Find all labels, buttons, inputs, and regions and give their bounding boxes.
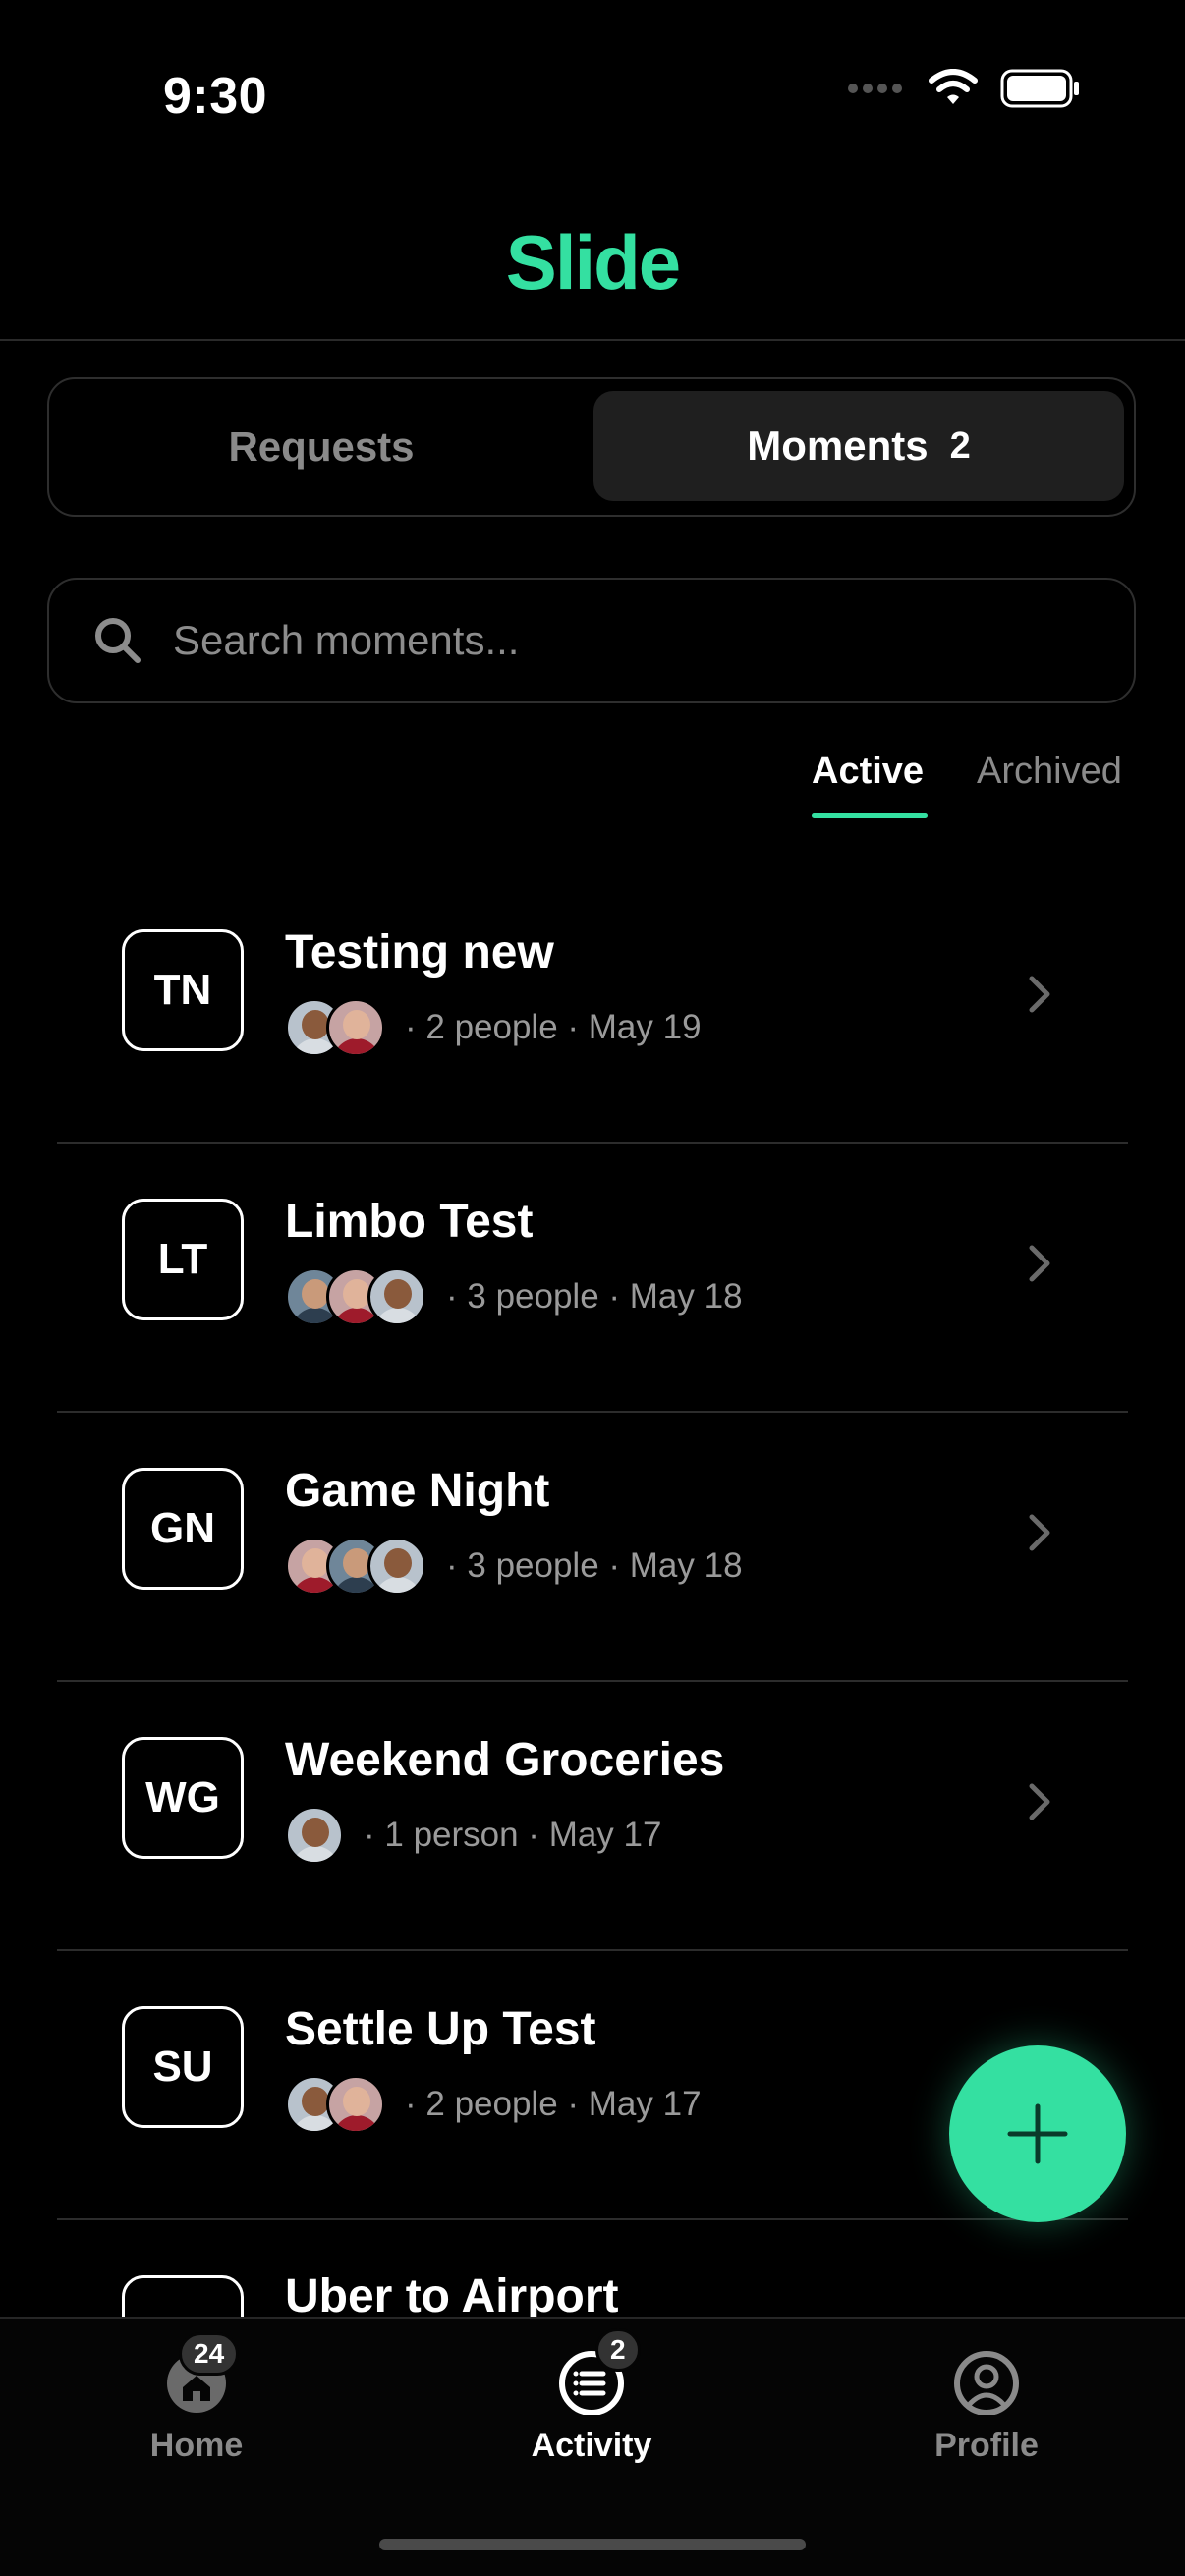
activity-badge: 2 bbox=[595, 2328, 641, 2372]
tab-moments[interactable]: Moments 2 bbox=[593, 391, 1124, 501]
moment-title: Weekend Groceries bbox=[285, 1734, 725, 1786]
moment-initials: TN bbox=[122, 929, 244, 1051]
avatar bbox=[326, 998, 385, 1057]
moment-meta-text: · 2 people · May 17 bbox=[405, 2085, 702, 2123]
avatar-group bbox=[285, 1537, 426, 1596]
moment-initials: SU bbox=[122, 2006, 244, 2128]
moment-title[interactable]: Uber to Airport bbox=[285, 2269, 619, 2324]
search-icon bbox=[95, 618, 141, 663]
status-icons bbox=[847, 69, 1081, 108]
moment-title: Limbo Test bbox=[285, 1196, 534, 1248]
tab-activity[interactable]: 2 Activity bbox=[464, 2328, 719, 2465]
moment-row[interactable]: LT Limbo Test · 3 people · May 18 bbox=[57, 1144, 1128, 1413]
search-input[interactable] bbox=[171, 616, 1059, 665]
tab-requests[interactable]: Requests bbox=[49, 379, 593, 515]
moment-meta-text: · 1 person · May 17 bbox=[364, 1816, 662, 1854]
avatar bbox=[285, 1806, 344, 1865]
avatar-group bbox=[285, 2075, 385, 2134]
filter-active[interactable]: Active bbox=[812, 751, 924, 793]
moment-meta: · 1 person · May 17 bbox=[285, 1806, 661, 1865]
tab-activity-label: Activity bbox=[531, 2427, 652, 2464]
avatar bbox=[326, 2075, 385, 2134]
moments-count-badge: 2 bbox=[949, 424, 971, 467]
avatar bbox=[367, 1267, 426, 1326]
moment-title: Game Night bbox=[285, 1465, 550, 1517]
signal-icon bbox=[848, 84, 902, 93]
profile-icon bbox=[951, 2344, 1022, 2416]
moment-meta: · 2 people · May 17 bbox=[285, 2075, 702, 2134]
chevron-right-icon bbox=[1029, 1245, 1050, 1282]
app-logo: Slide bbox=[505, 219, 681, 306]
home-icon: 24 bbox=[161, 2332, 240, 2415]
moment-meta: · 2 people · May 19 bbox=[285, 998, 702, 1057]
search-bar[interactable] bbox=[47, 578, 1136, 703]
moment-meta-text: · 2 people · May 19 bbox=[405, 1008, 702, 1046]
wifi-icon bbox=[929, 69, 978, 104]
moment-meta: · 3 people · May 18 bbox=[285, 1537, 743, 1596]
home-badge: 24 bbox=[179, 2332, 240, 2376]
segmented-control: Requests Moments 2 bbox=[47, 377, 1136, 517]
moment-meta-text: · 3 people · May 18 bbox=[446, 1546, 743, 1585]
avatar-group bbox=[285, 1267, 426, 1326]
tab-profile[interactable]: Profile bbox=[859, 2344, 1114, 2465]
tab-moments-label: Moments bbox=[747, 422, 929, 469]
status-time: 9:30 bbox=[163, 68, 268, 125]
tab-profile-label: Profile bbox=[934, 2427, 1039, 2464]
tab-bar: 24 Home 2 Activity Profile bbox=[0, 2317, 1185, 2576]
avatar-group bbox=[285, 998, 385, 1057]
moment-row[interactable]: GN Game Night · 3 people · May 18 bbox=[57, 1413, 1128, 1682]
chevron-right-icon bbox=[1029, 1783, 1050, 1820]
moments-list: TN Testing new · 2 people · May 19 LT Li… bbox=[57, 874, 1128, 2220]
moment-title: Settle Up Test bbox=[285, 2003, 596, 2055]
chevron-right-icon bbox=[1029, 976, 1050, 1013]
moment-meta-text: · 3 people · May 18 bbox=[446, 1277, 743, 1316]
tab-home-label: Home bbox=[149, 2427, 244, 2464]
add-moment-button[interactable] bbox=[949, 2045, 1126, 2222]
moment-initials: GN bbox=[122, 1468, 244, 1590]
moment-row[interactable]: WG Weekend Groceries · 1 person · May 17 bbox=[57, 1682, 1128, 1951]
tab-home[interactable]: 24 Home bbox=[69, 2332, 324, 2465]
avatar bbox=[367, 1537, 426, 1596]
activity-icon: 2 bbox=[556, 2328, 641, 2416]
moment-initials: LT bbox=[122, 1199, 244, 1320]
moment-initials: WG bbox=[122, 1737, 244, 1859]
plus-icon bbox=[1007, 2103, 1068, 2164]
moment-row[interactable]: TN Testing new · 2 people · May 19 bbox=[57, 874, 1128, 1144]
avatar-group bbox=[285, 1806, 344, 1865]
chevron-right-icon bbox=[1029, 1514, 1050, 1551]
filter-archived[interactable]: Archived bbox=[977, 751, 1122, 793]
home-indicator bbox=[379, 2539, 806, 2550]
header-divider bbox=[0, 339, 1185, 341]
filter-active-underline bbox=[812, 813, 928, 818]
moment-meta: · 3 people · May 18 bbox=[285, 1267, 743, 1326]
moment-title: Testing new bbox=[285, 926, 554, 979]
battery-icon bbox=[1000, 69, 1079, 108]
